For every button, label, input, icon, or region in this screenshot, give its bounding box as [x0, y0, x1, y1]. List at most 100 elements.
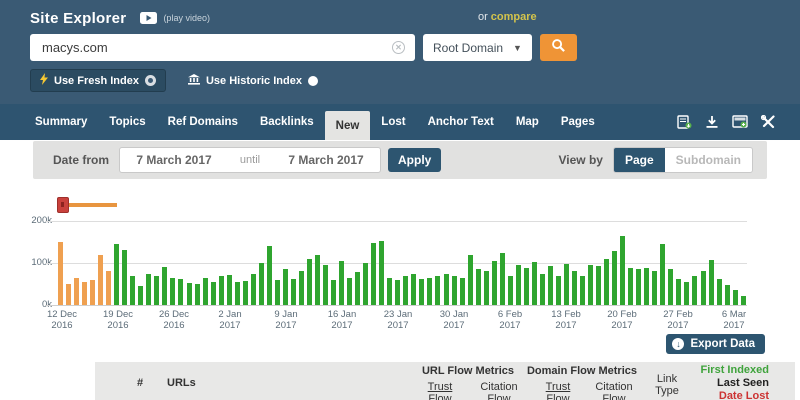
play-video-icon[interactable]: [140, 12, 157, 24]
site-explorer-page: Site Explorer (play video) orcompare ✕ R…: [0, 0, 800, 400]
chart-bar: [339, 261, 344, 305]
view-by-page-option[interactable]: Page: [614, 148, 665, 172]
play-video-link[interactable]: (play video): [163, 13, 210, 23]
chart-bar: [660, 244, 665, 305]
search-field: ✕: [30, 34, 415, 61]
chart-bar: [275, 280, 280, 305]
screenshot-icon[interactable]: [732, 115, 748, 129]
tab-lost[interactable]: Lost: [370, 104, 416, 140]
chart-bar: [403, 276, 408, 305]
slider-range-line: [69, 203, 117, 207]
chart-bar: [435, 276, 440, 305]
chart-bar: [195, 284, 200, 305]
chart-bar: [379, 241, 384, 305]
apply-button[interactable]: Apply: [388, 148, 441, 172]
chart-bar: [468, 255, 473, 305]
chart-bar: [484, 271, 489, 305]
export-icon: ↓: [672, 338, 684, 350]
chart-bars: [58, 221, 746, 305]
x-tick-label: 9 Jan2017: [274, 309, 297, 331]
chart-bar: [162, 267, 167, 305]
column-url-trust-flow[interactable]: TrustFlow: [428, 382, 453, 400]
use-fresh-index-button[interactable]: Use Fresh Index: [30, 69, 166, 92]
chart-bar: [387, 278, 392, 305]
date-range-slider: [57, 197, 117, 213]
column-hash: #: [137, 377, 143, 389]
date-from-label: Date from: [53, 153, 109, 167]
search-button[interactable]: [540, 34, 577, 61]
column-url-citation-flow[interactable]: CitationFlow: [480, 382, 517, 400]
chart-bar: [508, 276, 513, 305]
chart-bar: [82, 282, 87, 305]
tab-new[interactable]: New: [325, 111, 371, 140]
chart-bar: [524, 268, 529, 305]
view-by-subdomain-option[interactable]: Subdomain: [665, 148, 752, 172]
chart-bar: [709, 260, 714, 305]
tab-summary[interactable]: Summary: [24, 104, 98, 140]
chart-bar: [427, 278, 432, 305]
chart-bar: [733, 290, 738, 305]
chart-bar: [604, 259, 609, 305]
chart-bar: [178, 279, 183, 305]
chart-bar: [580, 276, 585, 305]
chart-bar: [291, 279, 296, 305]
column-domain-trust-flow[interactable]: TrustFlow: [546, 382, 571, 400]
x-tick-label: 20 Feb2017: [607, 309, 637, 331]
chart-bar: [652, 271, 657, 305]
scope-select[interactable]: Root Domain ▼: [423, 34, 532, 61]
chart-bar: [564, 264, 569, 305]
search-icon: [551, 38, 566, 58]
column-link-type: LinkType: [655, 374, 679, 397]
report-icon[interactable]: [677, 115, 692, 129]
download-icon[interactable]: [705, 115, 719, 129]
tab-anchor-text[interactable]: Anchor Text: [417, 104, 505, 140]
radio-selected-icon: [145, 75, 156, 86]
chart-bar: [572, 271, 577, 305]
chart-bar: [243, 281, 248, 305]
compare-link[interactable]: compare: [491, 11, 537, 23]
chart-bar: [66, 284, 71, 305]
column-dates: First Indexed Last Seen Date Lost: [701, 364, 769, 400]
chart-bar: [588, 265, 593, 305]
tab-backlinks[interactable]: Backlinks: [249, 104, 325, 140]
x-tick-label: 30 Jan2017: [440, 309, 469, 331]
use-historic-index-label: Use Historic Index: [206, 75, 302, 87]
chart-bar: [363, 263, 368, 305]
x-tick-label: 13 Feb2017: [551, 309, 581, 331]
export-data-button[interactable]: ↓ Export Data: [666, 334, 765, 354]
date-from-input[interactable]: 7 March 2017: [120, 153, 228, 167]
search-input[interactable]: [40, 39, 392, 56]
chart-bar: [138, 286, 143, 305]
chart-bar: [668, 269, 673, 305]
tab-map[interactable]: Map: [505, 104, 550, 140]
chart-bar: [612, 251, 617, 305]
chart-bar: [717, 279, 722, 305]
tab-pages[interactable]: Pages: [550, 104, 606, 140]
lightning-icon: [40, 73, 48, 88]
chart-bar: [556, 276, 561, 305]
slider-handle-icon[interactable]: [57, 197, 69, 213]
tab-ref-domains[interactable]: Ref Domains: [157, 104, 249, 140]
chart-bar: [644, 268, 649, 305]
chart-bar: [371, 243, 376, 305]
column-domain-citation-flow[interactable]: CitationFlow: [595, 382, 632, 400]
chart-bar: [692, 276, 697, 305]
chart-bar: [170, 278, 175, 305]
use-historic-index-button[interactable]: Use Historic Index: [184, 71, 322, 91]
tab-topics[interactable]: Topics: [98, 104, 156, 140]
date-to-input[interactable]: 7 March 2017: [272, 153, 380, 167]
chart-bar: [676, 279, 681, 305]
chart-bar: [540, 274, 545, 306]
chart-bar: [452, 276, 457, 305]
chart-bar: [235, 282, 240, 305]
clear-icon[interactable]: ✕: [392, 41, 405, 54]
chart-bar: [146, 274, 151, 306]
view-by-toggle: Page Subdomain: [613, 147, 753, 173]
chart-bar: [355, 272, 360, 305]
chart-bar: [114, 244, 119, 305]
use-fresh-index-label: Use Fresh Index: [54, 75, 139, 87]
header: Site Explorer (play video) orcompare ✕ R…: [0, 0, 800, 104]
tools-icon[interactable]: [761, 115, 776, 129]
x-tick-label: 16 Jan2017: [328, 309, 357, 331]
chart-bar: [684, 282, 689, 305]
